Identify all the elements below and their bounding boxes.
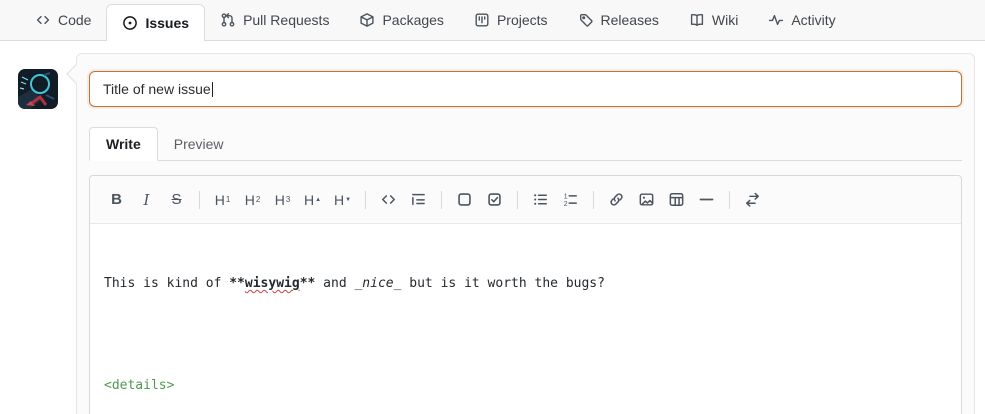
list-unordered-icon [534, 194, 547, 205]
tab-issues[interactable]: Issues [106, 4, 206, 41]
text-caret [211, 81, 214, 97]
markdown-editor: B I S H1 H2 H3 H ▲ H ▼ 12 This is kind o… [89, 175, 962, 414]
issue-opened-icon [122, 15, 138, 31]
tab-write[interactable]: Write [89, 127, 158, 161]
list-ordered-icon: 12 [564, 193, 577, 208]
table-icon [669, 193, 684, 206]
toolbar-divider [199, 190, 200, 209]
tab-packages[interactable]: Packages [344, 0, 458, 40]
editor-line: This is kind of **wisywig** and _nice_ b… [104, 276, 605, 291]
horizontal-rule-button[interactable] [693, 186, 720, 213]
tab-pull-requests[interactable]: Pull Requests [205, 0, 344, 40]
tab-preview[interactable]: Preview [158, 128, 240, 160]
bold-button[interactable]: B [103, 186, 130, 213]
checkbox-checked-button[interactable] [481, 186, 508, 213]
checkbox-empty-icon [458, 193, 471, 206]
nav-label: Wiki [711, 12, 739, 28]
code-button[interactable] [375, 186, 402, 213]
tag-icon [578, 12, 594, 28]
link-button[interactable] [603, 186, 630, 213]
svg-text:2: 2 [564, 201, 568, 208]
svg-text:1: 1 [564, 193, 568, 200]
horizontal-rule-icon [699, 198, 714, 201]
user-avatar [18, 69, 58, 109]
toolbar-divider [441, 190, 442, 209]
image-icon [639, 193, 654, 206]
toolbar-divider [729, 190, 730, 209]
editor-line-html-tag: <details> [104, 378, 175, 393]
issue-title-input[interactable]: Title of new issue [89, 71, 962, 107]
nav-label: Projects [496, 12, 548, 28]
italic-button[interactable]: I [133, 186, 160, 213]
tab-releases[interactable]: Releases [563, 0, 674, 40]
quote-icon [412, 193, 425, 206]
misspelled-word: wisywig [244, 276, 300, 291]
nav-label: Packages [382, 12, 444, 28]
nav-label: Activity [791, 12, 836, 28]
tab-code[interactable]: Code [20, 0, 106, 40]
code-icon [382, 195, 395, 204]
new-issue-form: Title of new issue Write Preview B I S H… [0, 53, 985, 414]
editor-tab-bar: Write Preview [89, 125, 962, 161]
unordered-list-button[interactable] [527, 186, 554, 213]
heading-decrease-button[interactable]: H ▼ [329, 186, 356, 213]
issue-title-text: Title of new issue [103, 81, 211, 97]
nav-label: Issues [145, 15, 190, 31]
checkbox-empty-button[interactable] [451, 186, 478, 213]
book-icon [689, 12, 705, 28]
tab-activity[interactable]: Activity [753, 0, 850, 40]
editor-content[interactable]: This is kind of **wisywig** and _nice_ b… [90, 224, 961, 414]
comment-bubble: Title of new issue Write Preview B I S H… [66, 53, 975, 414]
editor-line-blank [104, 326, 947, 343]
arrow-switch-icon [746, 192, 759, 207]
pulse-icon [768, 12, 784, 28]
heading-3-button[interactable]: H3 [269, 186, 296, 213]
project-icon [474, 12, 490, 28]
image-button[interactable] [633, 186, 660, 213]
toolbar-divider [517, 190, 518, 209]
nav-label: Pull Requests [243, 12, 330, 28]
heading-1-button[interactable]: H1 [209, 186, 236, 213]
link-icon [610, 193, 623, 206]
code-icon [35, 12, 51, 28]
checkbox-checked-icon [488, 193, 501, 206]
ordered-list-button[interactable]: 12 [557, 186, 584, 213]
quote-button[interactable] [405, 186, 432, 213]
heading-2-button[interactable]: H2 [239, 186, 266, 213]
nav-label: Releases [600, 12, 659, 28]
package-icon [359, 12, 375, 28]
repo-nav: Code Issues Pull Requests Packages Proje… [0, 0, 985, 41]
git-pull-request-icon [220, 12, 236, 28]
tab-wiki[interactable]: Wiki [674, 0, 753, 40]
table-button[interactable] [663, 186, 690, 213]
toolbar-divider [593, 190, 594, 209]
switch-editor-button[interactable] [739, 186, 766, 213]
editor-toolbar: B I S H1 H2 H3 H ▲ H ▼ 12 [90, 176, 961, 224]
heading-increase-button[interactable]: H ▲ [299, 186, 326, 213]
nav-label: Code [58, 12, 92, 28]
tab-projects[interactable]: Projects [459, 0, 563, 40]
toolbar-divider [365, 190, 366, 209]
strikethrough-button[interactable]: S [163, 186, 190, 213]
